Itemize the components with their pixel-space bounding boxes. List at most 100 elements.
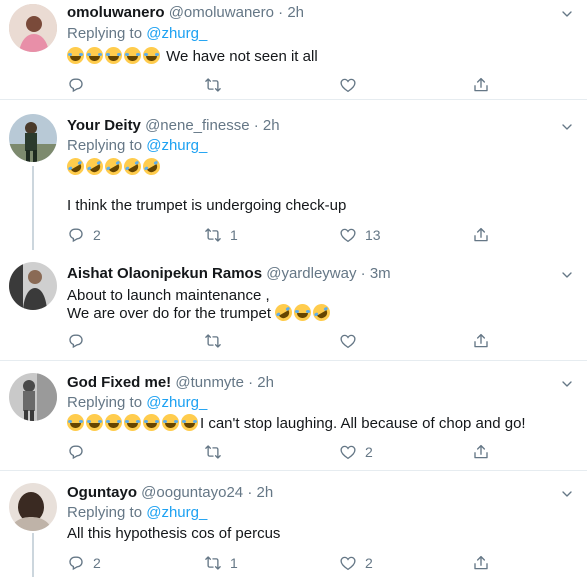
share-button[interactable]: [472, 331, 490, 351]
tweet-text-line-2: We are over do for the trumpet: [67, 300, 334, 325]
retweet-button[interactable]: [204, 75, 230, 95]
reply-icon: [67, 332, 85, 350]
tweet-header: omoluwanero @omoluwanero · 2h: [67, 4, 304, 22]
avatar[interactable]: [9, 114, 57, 162]
chevron-down-icon[interactable]: [559, 6, 575, 22]
joy-emoji-row: [67, 414, 200, 432]
thread-line: [32, 166, 34, 250]
retweet-button[interactable]: 1: [204, 553, 238, 573]
display-name[interactable]: omoluwanero: [67, 4, 165, 21]
display-name[interactable]: Your Deity: [67, 117, 141, 134]
separator-dot: ·: [278, 4, 284, 21]
like-button[interactable]: [339, 331, 365, 351]
heart-icon: [339, 76, 357, 94]
reply-icon: [67, 226, 85, 244]
reply-icon: [67, 76, 85, 94]
reply-button[interactable]: 2: [67, 553, 101, 573]
share-button[interactable]: [472, 225, 490, 245]
mention-link[interactable]: @zhurg_: [146, 504, 207, 521]
reply-button[interactable]: 2: [67, 225, 101, 245]
heart-icon: [339, 332, 357, 350]
display-name[interactable]: Oguntayo: [67, 484, 137, 501]
avatar[interactable]: [9, 483, 57, 531]
separator-dot: ·: [247, 484, 253, 501]
user-handle[interactable]: @yardleyway: [266, 265, 356, 282]
retweet-icon: [204, 443, 222, 461]
retweet-button[interactable]: 1: [204, 225, 238, 245]
thread-line: [32, 533, 34, 577]
tweet-actions: 2: [67, 442, 507, 462]
mention-link[interactable]: @zhurg_: [146, 25, 207, 42]
chevron-down-icon[interactable]: [559, 486, 575, 502]
tweet-text: All this hypothesis cos of percus: [67, 525, 281, 542]
tweet-2[interactable]: Your Deity @nene_finesse · 2h Replying t…: [0, 100, 587, 250]
tweet-actions: [67, 331, 507, 351]
share-button[interactable]: [472, 442, 490, 462]
tweet-1[interactable]: omoluwanero @omoluwanero · 2h Replying t…: [0, 0, 587, 100]
like-button[interactable]: 2: [339, 442, 373, 462]
timestamp[interactable]: 2h: [263, 117, 280, 134]
timestamp[interactable]: 2h: [257, 484, 274, 501]
chevron-down-icon[interactable]: [559, 119, 575, 135]
mention-link[interactable]: @zhurg_: [146, 394, 207, 411]
user-handle[interactable]: @tunmyte: [175, 374, 244, 391]
display-name[interactable]: God Fixed me!: [67, 374, 171, 391]
tweet-text: I think the trumpet is undergoing check-…: [67, 197, 347, 214]
tweet-3[interactable]: Aishat Olaonipekun Ramos @yardleyway · 3…: [0, 250, 587, 361]
tweet-header: Your Deity @nene_finesse · 2h: [67, 117, 280, 135]
retweet-button[interactable]: [204, 442, 230, 462]
like-button[interactable]: 13: [339, 225, 381, 245]
heart-icon: [339, 226, 357, 244]
retweet-icon: [204, 226, 222, 244]
replying-to: Replying to @zhurg_: [67, 504, 208, 521]
timestamp[interactable]: 3m: [370, 265, 391, 282]
retweet-icon: [204, 332, 222, 350]
user-handle[interactable]: @nene_finesse: [145, 117, 249, 134]
tweet-actions: [67, 75, 507, 95]
like-count: 2: [365, 555, 373, 571]
user-handle[interactable]: @ooguntayo24: [141, 484, 243, 501]
share-button[interactable]: [472, 553, 490, 573]
tweet-5[interactable]: Oguntayo @ooguntayo24 · 2h Replying to @…: [0, 471, 587, 577]
avatar[interactable]: [9, 4, 57, 52]
rofl-emoji-row: [63, 154, 164, 179]
tweet-header: Aishat Olaonipekun Ramos @yardleyway · 3…: [67, 265, 391, 283]
chevron-down-icon[interactable]: [559, 267, 575, 283]
tweet-header: God Fixed me! @tunmyte · 2h: [67, 374, 274, 392]
reply-icon: [67, 443, 85, 461]
user-handle[interactable]: @omoluwanero: [169, 4, 274, 21]
chevron-down-icon[interactable]: [559, 376, 575, 392]
timestamp[interactable]: 2h: [257, 374, 274, 391]
avatar[interactable]: [9, 262, 57, 310]
mention-link[interactable]: @zhurg_: [146, 137, 207, 154]
reply-count: 2: [93, 227, 101, 243]
like-button[interactable]: [339, 75, 365, 95]
reply-icon: [67, 554, 85, 572]
rofl-emoji: [310, 300, 334, 325]
share-icon: [472, 332, 490, 350]
heart-icon: [339, 443, 357, 461]
reply-button[interactable]: [67, 75, 93, 95]
share-icon: [472, 443, 490, 461]
like-count: 13: [365, 227, 381, 243]
timestamp[interactable]: 2h: [287, 4, 304, 21]
tweet-text: I can't stop laughing. All because of ch…: [67, 413, 526, 434]
retweet-icon: [204, 554, 222, 572]
avatar[interactable]: [9, 373, 57, 421]
tweet-text: We have not seen it all: [67, 46, 318, 67]
display-name[interactable]: Aishat Olaonipekun Ramos: [67, 265, 262, 282]
replying-to: Replying to @zhurg_: [67, 25, 208, 42]
reply-button[interactable]: [67, 331, 93, 351]
reply-button[interactable]: [67, 442, 93, 462]
share-button[interactable]: [472, 75, 490, 95]
replying-to: Replying to @zhurg_: [67, 394, 208, 411]
reply-count: 2: [93, 555, 101, 571]
tweet-actions: 2 1 13: [67, 225, 507, 245]
rofl-emoji: [272, 300, 296, 325]
tweet-actions: 2 1 2: [67, 553, 507, 573]
joy-emoji: [294, 304, 312, 321]
tweet-4[interactable]: God Fixed me! @tunmyte · 2h Replying to …: [0, 361, 587, 471]
retweet-button[interactable]: [204, 331, 230, 351]
retweet-count: 1: [230, 227, 238, 243]
like-button[interactable]: 2: [339, 553, 373, 573]
